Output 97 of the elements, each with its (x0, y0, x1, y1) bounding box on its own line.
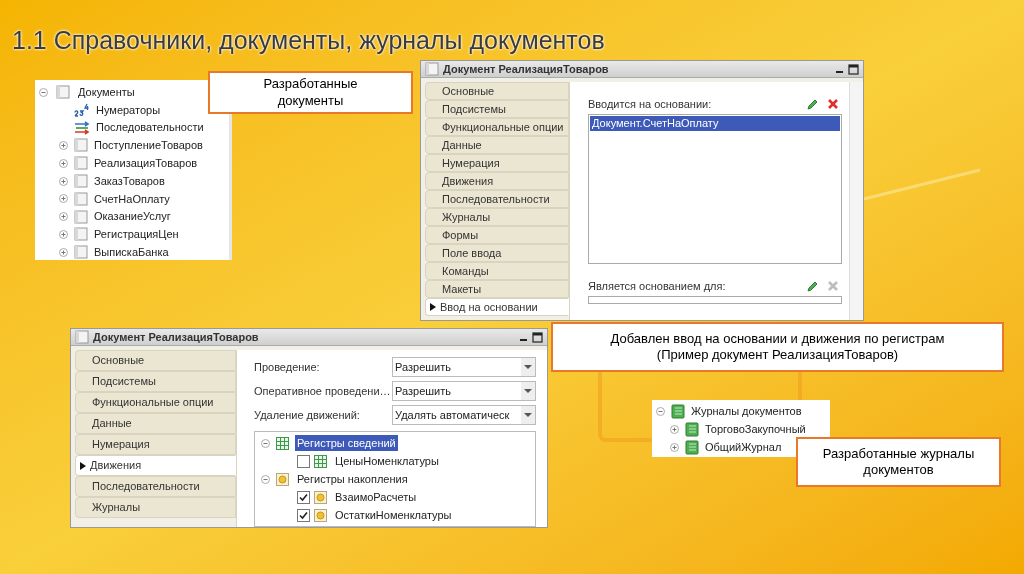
list-box[interactable] (588, 296, 842, 304)
section-tab[interactable]: Ввод на основании (425, 298, 569, 316)
tree-item[interactable]: Регистры сведений (295, 434, 398, 452)
tree-item[interactable]: РегистрацияЦен (94, 226, 179, 243)
maximize-icon[interactable] (532, 331, 543, 343)
coins-icon (276, 472, 289, 486)
section-tab[interactable]: Основные (425, 82, 569, 100)
document-icon (74, 227, 88, 242)
tree-item[interactable]: ВзаимоРасчеты (335, 488, 417, 506)
tree-item[interactable]: Нумераторы (96, 101, 161, 119)
section-tab[interactable]: Движения (425, 172, 569, 190)
list-item[interactable]: Документ.СчетНаОплату (590, 116, 840, 131)
book-icon (685, 439, 699, 455)
field-label: Оперативное проведени… (254, 383, 392, 399)
document-icon (74, 174, 88, 189)
tree-item[interactable]: Регистры накопления (295, 470, 410, 488)
checkbox[interactable] (297, 454, 310, 468)
checkbox[interactable] (297, 508, 310, 522)
expand-icon[interactable] (670, 442, 679, 452)
dropdown-field[interactable]: Удалять автоматическ (392, 405, 536, 425)
pointer-icon (80, 461, 86, 470)
callout-text: Разработанные документы (262, 76, 359, 109)
tree-item[interactable]: РеализацияТоваров (94, 155, 198, 172)
maximize-icon[interactable] (848, 63, 859, 75)
document-icon (74, 156, 88, 171)
window-title: Документ РеализацияТоваров (443, 61, 609, 77)
expand-icon[interactable] (59, 247, 68, 257)
list-label: Вводится на основании: (588, 96, 712, 112)
section-tab[interactable]: Поле ввода (425, 244, 569, 262)
tree-item[interactable]: ТорговоЗакупочный (705, 420, 806, 438)
delete-icon[interactable] (827, 98, 839, 110)
tree-item[interactable]: ОбщийЖурнал (705, 438, 782, 456)
document-icon (74, 209, 88, 224)
slide-title: 1.1 Справочники, документы, журналы документов (12, 25, 605, 56)
section-tab[interactable]: Последовательности (425, 190, 569, 208)
pencil-icon[interactable] (806, 97, 819, 111)
field-label: Проведение: (254, 359, 321, 375)
list-label: Является основанием для: (588, 278, 726, 294)
section-tab[interactable]: Подсистемы (425, 100, 569, 118)
field-label: Удаление движений: (254, 407, 361, 423)
collapse-icon[interactable] (656, 406, 665, 416)
pencil-icon[interactable] (806, 279, 819, 293)
callout-text: Добавлен ввод на основании и движения по регистрам (Пример документ РеализацияТоваров) (609, 330, 946, 364)
section-tab[interactable]: Движения (75, 455, 236, 476)
collapse-icon[interactable] (261, 438, 270, 448)
table-icon (314, 454, 327, 468)
dropdown-field[interactable]: Разрешить (392, 381, 536, 401)
document-icon (74, 191, 88, 206)
checkbox[interactable] (297, 490, 310, 504)
book-icon (671, 403, 685, 419)
section-tab[interactable]: Подсистемы (75, 371, 236, 392)
pointer-icon (430, 303, 436, 311)
expand-icon[interactable] (59, 194, 68, 204)
book-icon (685, 421, 699, 437)
section-tab[interactable]: Основные (75, 350, 236, 371)
table-icon (276, 436, 289, 450)
section-tab[interactable]: Последовательности (75, 476, 236, 497)
tree-item[interactable]: Документы (78, 83, 135, 101)
tree-item[interactable]: ПоступлениеТоваров (94, 137, 203, 154)
expand-icon[interactable] (59, 158, 68, 168)
section-tab[interactable]: Нумерация (75, 434, 236, 455)
tree-item[interactable]: ЦеныНоменклатуры (335, 452, 439, 470)
dropdown-field[interactable]: Разрешить (392, 357, 536, 377)
section-tab[interactable]: Макеты (425, 280, 569, 298)
section-tab[interactable]: Нумерация (425, 154, 569, 172)
collapse-icon[interactable] (39, 87, 48, 97)
collapse-icon[interactable] (261, 474, 270, 484)
tree-item[interactable]: СчетНаОплату (94, 190, 170, 208)
expand-icon[interactable] (59, 212, 68, 222)
callout-text: Разработанные журналы документов (821, 445, 976, 479)
section-tab[interactable]: Данные (425, 136, 569, 154)
tree-item[interactable]: ВыпискаБанка (94, 244, 169, 260)
tree-item[interactable]: Последовательности (96, 119, 204, 136)
list-box[interactable]: Документ.СчетНаОплату (588, 114, 842, 264)
tree-item[interactable]: ЗаказТоваров (94, 172, 165, 190)
document-icon (74, 138, 88, 153)
section-tab[interactable]: Функциональные опции (75, 392, 236, 413)
coins-icon (314, 508, 327, 522)
expand-icon[interactable] (59, 141, 68, 150)
section-tab[interactable]: Команды (425, 262, 569, 280)
tree-item[interactable]: ОказаниеУслуг (94, 208, 171, 225)
section-tab[interactable]: Функциональные опции (425, 118, 569, 136)
tree-item[interactable]: ОстаткиНоменклатуры (335, 506, 452, 524)
window-title: Документ РеализацияТоваров (93, 329, 259, 345)
section-tab[interactable]: Данные (75, 413, 236, 434)
section-tab[interactable]: Журналы (75, 497, 236, 518)
scrollbar[interactable] (849, 82, 863, 320)
section-tab[interactable]: Журналы (425, 208, 569, 226)
tree-item[interactable]: Журналы документов (691, 402, 802, 420)
coins-icon (314, 490, 327, 504)
expand-icon[interactable] (59, 176, 68, 186)
section-tab[interactable]: Формы (425, 226, 569, 244)
document-icon (56, 85, 70, 99)
arrows-icon (74, 120, 90, 135)
expand-icon[interactable] (670, 424, 679, 434)
expand-icon[interactable] (59, 229, 68, 239)
numbers-icon (74, 102, 90, 117)
